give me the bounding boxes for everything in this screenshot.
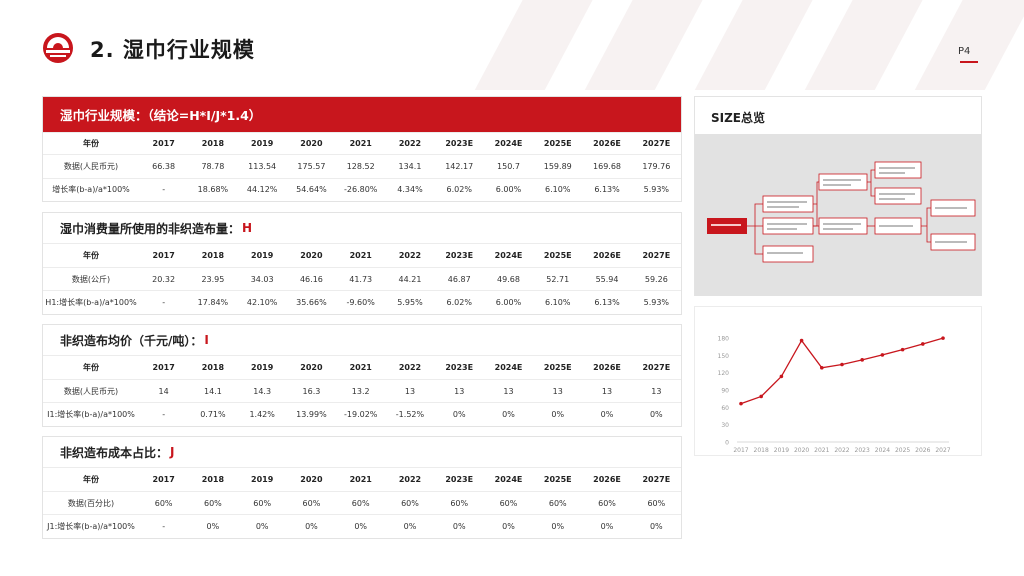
nonwoven-usage-block: 湿巾消费量所使用的非织造布量： H 年份 2017 2018 2019 2020 2021 2… (42, 212, 682, 315)
data-point (880, 353, 885, 357)
scale-trend-chart: 0 30 60 90 120 150 180 2017 2018 2019 2020 2021 2022… (694, 306, 982, 456)
table-row: 数据(公斤) 20.32 23.95 34.03 46.16 41.73 44.21 46.8… (43, 267, 681, 291)
table-row: J1:增长率(b-a)/a*100% -0% 0% 0% 0% 0% 0% 0% 0% 0% 0% (43, 514, 681, 538)
industry-scale-table: 年份 2017 2018 2019 2020 2021 2022 2023E 2024E 2025… (43, 132, 681, 201)
nonwoven-price-table: 年份 2017 2018 2019 2020 2021 2022 2023E 2024E 2025… (43, 355, 681, 426)
table-row: 数据(人民币元) 66.38 78.78 113.54 175.57 128.52 134.… (43, 154, 681, 179)
table-header-row: 年份 2017 2018 2019 2020 2021 2022 2023E 2024E 2025… (43, 467, 681, 492)
data-point (941, 336, 945, 340)
table-row: 增长率(b-a)/a*100% -18.68% 44.12% 54.64% -26.80… (43, 178, 681, 201)
block-title: 非织造布均价（千元/吨）： I (60, 333, 209, 348)
data-point (779, 374, 784, 379)
data-point (739, 401, 743, 406)
x-tick-label: 2018 (754, 447, 769, 454)
size-overview-panel: SIZE总览 (694, 96, 982, 296)
size-mindmap-image (695, 134, 981, 296)
x-tick-label: 2022 (834, 447, 849, 454)
series-line (740, 337, 944, 405)
block-title: 湿巾行业规模：（结论=H*I/J*1.4） (43, 97, 681, 132)
industry-scale-block: 湿巾行业规模：（结论=H*I/J*1.4） 年份 2017 2018 2019 2020… (42, 96, 682, 202)
x-tick-label: 2024 (875, 447, 890, 454)
x-tick-label: 2020 (794, 447, 809, 454)
data-point (900, 347, 905, 352)
mindmap-diagram (707, 161, 976, 263)
data-point (799, 338, 804, 343)
nonwoven-cost-share-table: 年份 2017 2018 2019 2020 2021 2022 2023E 2024E 2025… (43, 467, 681, 538)
y-tick-label: 180 (718, 336, 730, 343)
table-header-row: 年份 2017 2018 2019 2020 2021 2022 2023E 2024E 2025… (43, 132, 681, 155)
x-tick-label: 2021 (814, 447, 829, 454)
size-overview-title: SIZE总览 (711, 111, 766, 125)
table-row: 数据(百分比) 60% 60% 60% 60% 60% 60% 60% 60% 60% 60% 60% (43, 491, 681, 515)
table-row: H1:增长率(b-a)/a*100% -17.84% 42.10% 35.66% -9.… (43, 290, 681, 314)
data-point (840, 362, 844, 367)
x-tick-label: 2017 (733, 447, 748, 454)
block-title: 非织造布成本占比： J (60, 445, 175, 460)
y-tick-label: 90 (721, 388, 729, 395)
page-number-underline (960, 61, 978, 63)
nonwoven-cost-share-block: 非织造布成本占比： J 年份 2017 2018 2019 2020 2021 2022 202… (42, 436, 682, 539)
x-tick-label: 2026 (915, 447, 930, 454)
block-title: 湿巾消费量所使用的非织造布量： H (60, 221, 253, 236)
nonwoven-price-block: 非织造布均价（千元/吨）： I 年份 2017 2018 2019 2020 2021 202… (42, 324, 682, 427)
table-header-row: 年份 2017 2018 2019 2020 2021 2022 2023E 2024E 2025… (43, 355, 681, 380)
y-tick-label: 30 (721, 422, 729, 429)
company-logo-icon (43, 33, 73, 63)
data-point (759, 394, 763, 399)
x-tick-label: 2019 (774, 447, 789, 454)
x-tick-label: 2023 (855, 447, 870, 454)
background-decoration (464, 0, 1024, 90)
data-point (820, 365, 824, 370)
x-tick-label: 2027 (935, 447, 950, 454)
x-tick-label: 2025 (895, 447, 910, 454)
data-point (921, 342, 925, 346)
y-tick-label: 150 (718, 353, 730, 360)
y-tick-label: 0 (725, 440, 729, 447)
data-point (860, 358, 864, 362)
y-tick-label: 120 (718, 370, 730, 377)
nonwoven-usage-table: 年份 2017 2018 2019 2020 2021 2022 2023E 2024E 2025… (43, 243, 681, 314)
table-row: I1:增长率(b-a)/a*100% -0.71% 1.42% 13.99% -19.0… (43, 402, 681, 426)
page-number: P4 (958, 46, 971, 57)
table-header-row: 年份 2017 2018 2019 2020 2021 2022 2023E 2024E 2025… (43, 243, 681, 268)
page-title: 2. 湿巾行业规模 (90, 38, 255, 62)
y-tick-label: 60 (721, 405, 729, 412)
line-chart-svg: 0 30 60 90 120 150 180 2017 2018 2019 2020 2021 2022… (718, 336, 951, 455)
table-row: 数据(人民币元) 14 14.1 14.3 16.3 13.2 13 13 13 13 13 13 (43, 379, 681, 403)
